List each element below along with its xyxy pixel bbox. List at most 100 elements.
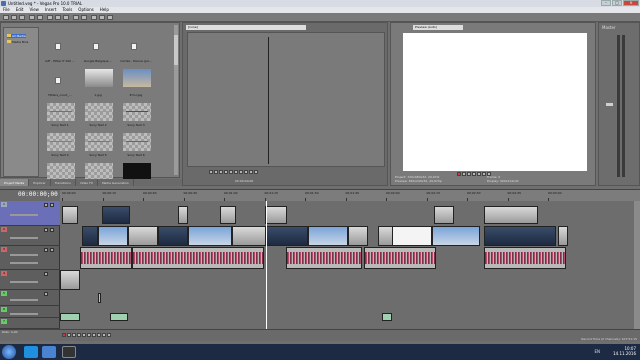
tab-transitions[interactable]: Transitions	[51, 179, 76, 186]
file-icon[interactable]	[55, 77, 61, 84]
mark-out-icon[interactable]	[244, 170, 248, 174]
media-scrollbar[interactable]	[174, 25, 178, 175]
photo-thumbnail[interactable]	[85, 69, 113, 87]
audio-clip[interactable]	[110, 313, 128, 321]
track-header-6[interactable]: 6	[0, 306, 60, 318]
timeline-vertical-scrollbar[interactable]	[634, 201, 640, 329]
file-icon[interactable]	[55, 43, 61, 50]
video-clip[interactable]	[484, 206, 538, 224]
scrollbar-thumb[interactable]	[174, 35, 178, 65]
video-clip[interactable]	[434, 206, 454, 224]
insert-icon[interactable]	[254, 170, 258, 174]
mark-in-icon[interactable]	[239, 170, 243, 174]
open-icon[interactable]	[11, 15, 17, 20]
close-button[interactable]: ×	[623, 0, 639, 6]
track-header-4[interactable]: 4	[0, 270, 60, 290]
video-clip[interactable]	[484, 226, 556, 246]
track-header-2[interactable]: 2	[0, 226, 60, 246]
mute-icon[interactable]	[44, 228, 48, 232]
vegas-taskbar-icon[interactable]	[62, 346, 76, 358]
stop-icon[interactable]	[87, 333, 91, 337]
solo-icon[interactable]	[50, 228, 54, 232]
new-icon[interactable]	[3, 15, 9, 20]
track-header-5[interactable]: 5	[0, 290, 60, 306]
skype-icon[interactable]	[24, 346, 38, 358]
cut-icon[interactable]	[47, 15, 53, 20]
prev-frame-icon[interactable]	[229, 170, 233, 174]
video-clip[interactable]	[265, 206, 287, 224]
record-icon[interactable]	[457, 172, 461, 176]
audio-clip[interactable]	[80, 247, 132, 269]
trimmer-dropdown[interactable]: [none]	[186, 25, 306, 30]
audio-clip[interactable]	[286, 247, 362, 269]
pause-icon[interactable]	[219, 170, 223, 174]
video-clip[interactable]	[392, 226, 432, 246]
windows-explorer-icon[interactable]	[42, 346, 56, 358]
track-level-slider[interactable]	[10, 237, 38, 239]
start-icon[interactable]	[482, 172, 486, 176]
save-icon[interactable]	[19, 15, 25, 20]
audio-clip[interactable]	[60, 313, 80, 321]
photo-thumbnail[interactable]	[123, 69, 151, 87]
loop-icon[interactable]	[67, 333, 71, 337]
track-header-3[interactable]: 3	[0, 246, 60, 270]
go-to-end-icon[interactable]	[97, 333, 101, 337]
pause-icon[interactable]	[472, 172, 476, 176]
track-header-7[interactable]: 7	[0, 318, 60, 329]
play-icon[interactable]	[77, 333, 81, 337]
video-clip[interactable]	[98, 226, 128, 246]
auto-ripple-icon[interactable]	[99, 15, 105, 20]
mute-icon[interactable]	[44, 203, 48, 207]
stop-icon[interactable]	[477, 172, 481, 176]
tab-video-fx[interactable]: Video FX	[76, 179, 98, 186]
playhead-cursor[interactable]	[266, 201, 267, 329]
next-frame-icon[interactable]	[234, 170, 238, 174]
tree-item-media-bins[interactable]: Media Bins	[7, 40, 28, 44]
audio-clip[interactable]	[382, 313, 392, 321]
tab-media-generators[interactable]: Media Generators	[98, 179, 134, 186]
solo-icon[interactable]	[50, 203, 54, 207]
system-clock[interactable]: 10:07 14.11.2016	[613, 346, 636, 356]
play-icon[interactable]	[467, 172, 471, 176]
loop-icon[interactable]	[209, 170, 213, 174]
tree-item-all-media[interactable]: All Media	[7, 34, 26, 38]
video-clip[interactable]	[220, 206, 236, 224]
snapping-icon[interactable]	[91, 15, 97, 20]
generator-thumbnail[interactable]	[123, 103, 151, 121]
video-clip[interactable]	[102, 206, 130, 224]
video-clip[interactable]	[308, 226, 348, 246]
redo-icon[interactable]	[81, 15, 87, 20]
track-level-slider[interactable]	[10, 281, 38, 283]
video-clip[interactable]	[62, 206, 78, 224]
paste-icon[interactable]	[63, 15, 69, 20]
mute-icon[interactable]	[44, 272, 48, 276]
audio-clip[interactable]	[484, 247, 566, 269]
audio-clip[interactable]	[98, 293, 101, 303]
video-clip[interactable]	[266, 226, 308, 246]
master-fader[interactable]	[606, 103, 613, 106]
video-clip[interactable]	[558, 226, 568, 246]
minimize-button[interactable]: -	[601, 0, 611, 6]
track-header-1[interactable]: 1	[0, 201, 60, 226]
generator-thumbnail[interactable]	[47, 103, 75, 121]
copy-icon[interactable]	[55, 15, 61, 20]
mute-icon[interactable]	[44, 292, 48, 296]
audio-clip[interactable]	[132, 247, 264, 269]
track-level-slider[interactable]	[10, 214, 38, 216]
track-volume-slider[interactable]	[10, 254, 38, 256]
properties-icon[interactable]	[29, 15, 35, 20]
video-clip[interactable]	[82, 226, 98, 246]
file-icon[interactable]	[93, 43, 99, 50]
video-clip[interactable]	[128, 226, 158, 246]
stop-icon[interactable]	[224, 170, 228, 174]
audio-clip[interactable]	[364, 247, 436, 269]
generator-thumbnail[interactable]	[85, 133, 113, 151]
lock-envelopes-icon[interactable]	[107, 15, 113, 20]
generator-thumbnail[interactable]	[85, 103, 113, 121]
record-icon[interactable]	[62, 333, 66, 337]
go-to-start-icon[interactable]	[92, 333, 96, 337]
language-indicator[interactable]: EN	[594, 349, 600, 354]
video-clip[interactable]	[232, 226, 266, 246]
tab-explorer[interactable]: Explorer	[29, 179, 51, 186]
pause-icon[interactable]	[82, 333, 86, 337]
